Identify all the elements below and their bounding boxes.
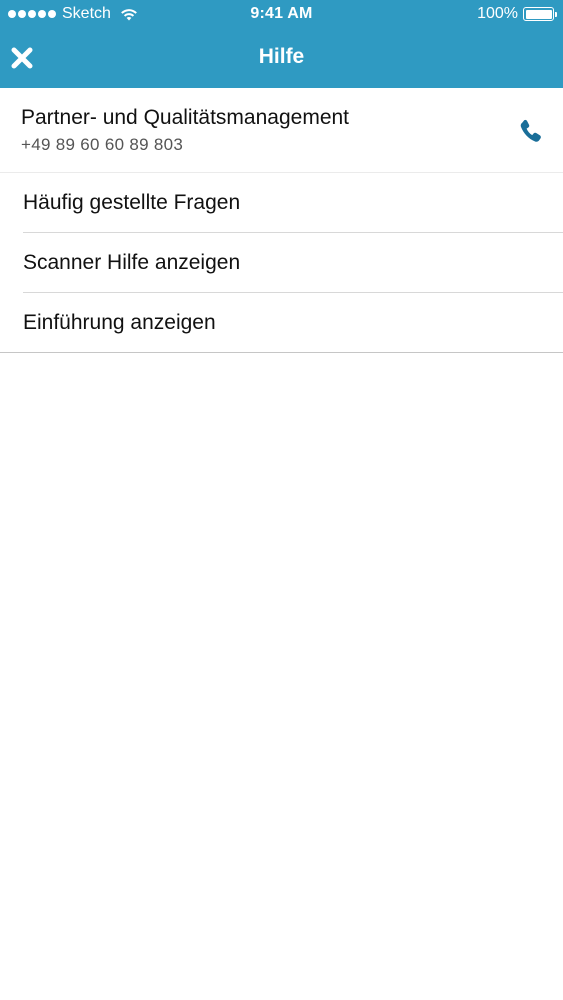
list-item-label: Häufig gestellte Fragen bbox=[23, 191, 241, 214]
contact-name: Partner- und Qualitätsmanagement bbox=[21, 106, 350, 129]
contact-phone: +49 89 60 60 89 803 bbox=[21, 135, 184, 154]
list-item-label: Einführung anzeigen bbox=[23, 311, 216, 334]
status-bar: Sketch 9:41 AM 100% bbox=[0, 0, 563, 30]
list-item-label: Scanner Hilfe anzeigen bbox=[23, 251, 241, 274]
list-item-faq[interactable]: Häufig gestellte Fragen bbox=[23, 173, 563, 233]
help-list: Partner- und Qualitätsmanagement +49 89 … bbox=[0, 88, 563, 353]
status-right: 100% bbox=[477, 5, 557, 23]
battery-icon bbox=[523, 7, 557, 21]
list-item-introduction[interactable]: Einführung anzeigen bbox=[0, 293, 563, 353]
nav-bar: Hilfe bbox=[0, 30, 563, 88]
top-bar: Sketch 9:41 AM 100% Hilfe bbox=[0, 0, 563, 88]
page-title: Hilfe bbox=[258, 45, 305, 68]
contact-row[interactable]: Partner- und Qualitätsmanagement +49 89 … bbox=[0, 88, 563, 173]
phone-icon[interactable] bbox=[517, 117, 545, 145]
list-item-scanner-help[interactable]: Scanner Hilfe anzeigen bbox=[23, 233, 563, 293]
battery-percent: 100% bbox=[477, 5, 518, 22]
